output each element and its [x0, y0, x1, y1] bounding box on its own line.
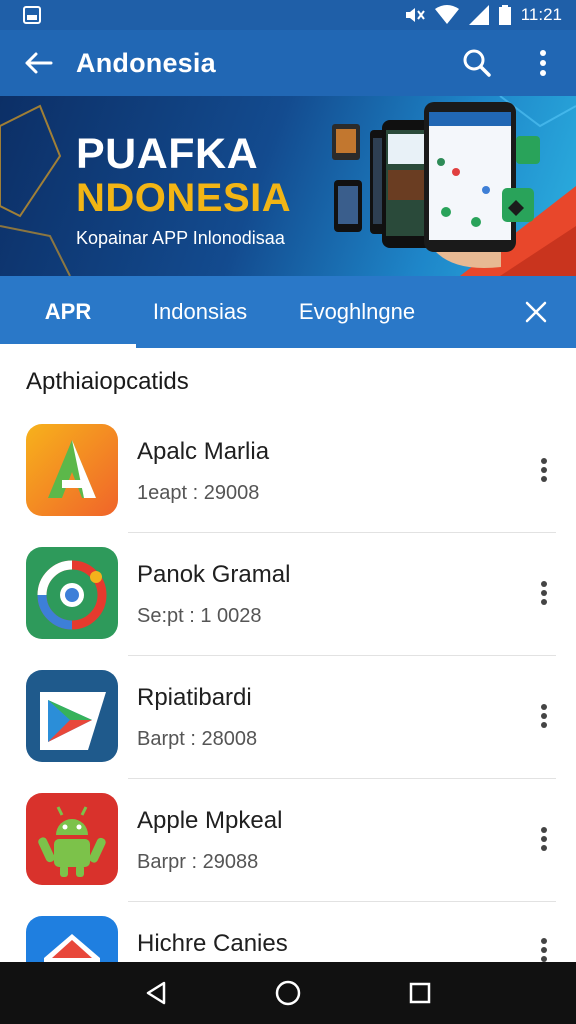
item-more-button[interactable]: [526, 815, 562, 863]
wifi-icon: [434, 5, 459, 24]
more-vert-icon: [541, 938, 547, 962]
more-vert-icon: [540, 50, 546, 76]
app-title: Andonesia: [76, 47, 216, 78]
android-logo-icon: [26, 793, 118, 885]
app-name: Rpiatibardi: [137, 684, 252, 711]
gallery-notification-icon: [23, 6, 41, 24]
overflow-menu-button[interactable]: [510, 30, 576, 96]
app-meta: Barpr : 29088: [137, 851, 259, 873]
tab-apr[interactable]: APR: [0, 276, 136, 348]
tab-bar: APR Indonsias Evoghlngne: [0, 276, 576, 348]
tab-label: Evoghlngne: [298, 299, 416, 324]
search-button[interactable]: [444, 30, 510, 96]
app-name: Panok Gramal: [137, 561, 291, 588]
a-logo-icon: [26, 424, 118, 516]
tab-indonsias[interactable]: Indonsias: [136, 276, 264, 348]
arrow-left-icon: [25, 52, 53, 74]
more-vert-icon: [541, 458, 547, 482]
list-item[interactable]: Rpiatibardi Barpt : 28008: [0, 656, 576, 779]
back-button[interactable]: [0, 30, 76, 96]
app-meta: Se:pt : 1 0028: [137, 605, 262, 627]
more-vert-icon: [541, 704, 547, 728]
list-item[interactable]: Panok Gramal Se:pt : 1 0028: [0, 533, 576, 656]
app-name: Apalc Marlia: [137, 438, 270, 465]
section-title: Apthiaiopcatids: [26, 368, 189, 395]
app-list: Apalc Marlia 1eapt : 29008 Panok Gramal …: [0, 410, 576, 962]
home-logo-icon: [26, 916, 118, 962]
banner-subheadline: NDONESIA: [76, 176, 292, 220]
battery-icon: [498, 5, 511, 25]
search-icon: [463, 49, 491, 77]
tab-label: APR: [44, 299, 92, 324]
square-recents-icon: [409, 982, 431, 1004]
banner-headline: PUAFKA: [76, 130, 259, 178]
play-logo-icon: [26, 670, 118, 762]
list-item[interactable]: Apple Mpkeal Barpr : 29088: [0, 779, 576, 902]
status-bar: 11:21: [0, 0, 576, 30]
close-tab-button[interactable]: [496, 276, 576, 348]
signal-icon: [468, 5, 489, 25]
tab-label: Indonsias: [152, 299, 248, 324]
circle-home-icon: [275, 980, 301, 1006]
swirl-logo-icon: [26, 547, 118, 639]
app-meta: 1eapt : 29008: [137, 482, 260, 504]
close-icon: [525, 301, 547, 323]
app-bar: Andonesia: [0, 30, 576, 96]
mute-icon: [405, 8, 425, 22]
system-nav-bar: [0, 962, 576, 1024]
promo-banner[interactable]: PUAFKA NDONESIA Kopainar APP Inlonodisaa: [0, 96, 576, 276]
item-more-button[interactable]: [526, 569, 562, 617]
item-more-button[interactable]: [526, 692, 562, 740]
item-more-button[interactable]: [526, 926, 562, 962]
phones-illustration: [332, 102, 540, 268]
nav-back-button[interactable]: [126, 962, 186, 1024]
banner-tagline: Kopainar APP Inlonodisaa: [76, 228, 285, 248]
nav-recents-button[interactable]: [390, 962, 450, 1024]
app-meta: Barpt : 28008: [137, 728, 258, 750]
nav-home-button[interactable]: [258, 962, 318, 1024]
more-vert-icon: [541, 581, 547, 605]
tab-evoghlngne[interactable]: Evoghlngne: [264, 276, 450, 348]
status-time: 11:21: [520, 5, 562, 24]
item-more-button[interactable]: [526, 446, 562, 494]
list-item[interactable]: Hichre Canies: [0, 902, 576, 962]
app-name: Apple Mpkeal: [137, 807, 283, 834]
list-item[interactable]: Apalc Marlia 1eapt : 29008: [0, 410, 576, 533]
more-vert-icon: [541, 827, 547, 851]
app-name: Hichre Canies: [137, 930, 288, 957]
triangle-back-icon: [146, 981, 166, 1005]
